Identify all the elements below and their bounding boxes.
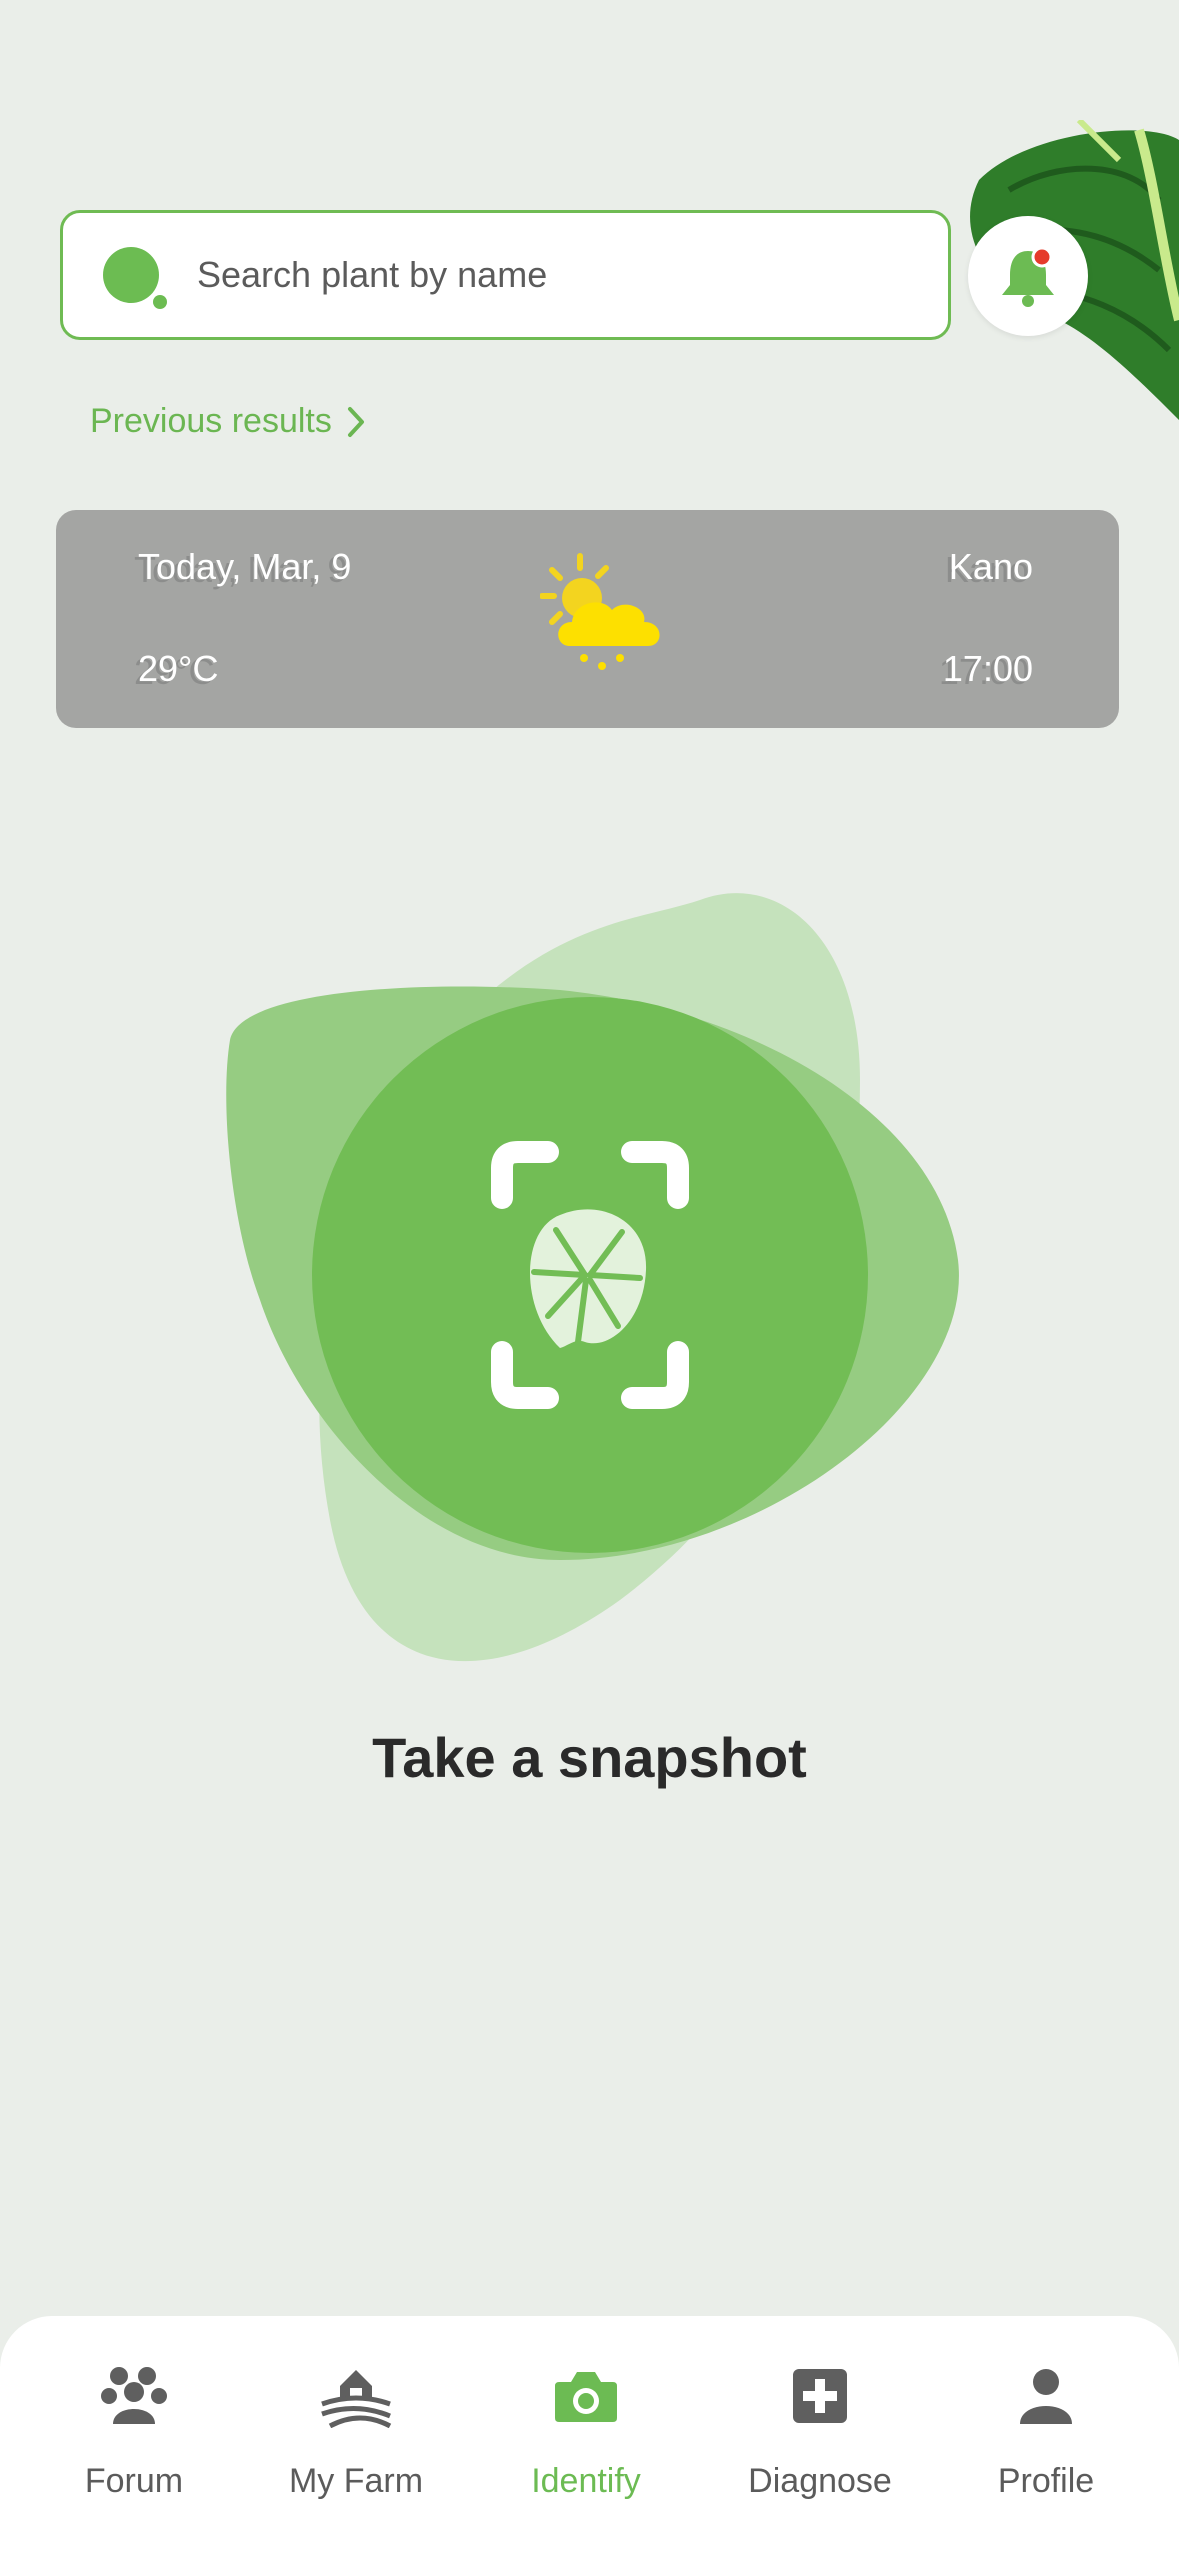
partly-sunny-rain-icon <box>540 553 660 670</box>
nav-item-diagnose[interactable]: Diagnose <box>720 2316 920 2556</box>
nav-label-my-farm: My Farm <box>288 2462 424 2500</box>
nav-item-identify[interactable]: Identify <box>486 2316 686 2556</box>
nav-label-forum: Forum <box>84 2462 184 2500</box>
profile-icon <box>1020 2369 1072 2424</box>
notifications-button[interactable] <box>968 216 1088 336</box>
nav-label-diagnose: Diagnose <box>748 2462 892 2500</box>
notification-dot <box>1031 246 1053 268</box>
nav-label-profile: Profile <box>997 2462 1095 2500</box>
forum-icon <box>101 2367 167 2424</box>
snapshot-title: Take a snapshot <box>372 1726 807 1789</box>
weather-location: Kano <box>948 546 1033 587</box>
search-bar[interactable] <box>60 210 951 340</box>
previous-results-label: Previous results <box>90 402 332 440</box>
nav-item-forum[interactable]: Forum <box>34 2316 234 2556</box>
weather-card: Today, Mar, 9 29°C Kano 17:00 <box>56 510 1119 728</box>
chevron-right-icon <box>347 406 364 437</box>
weather-temperature: 29°C <box>138 648 219 689</box>
search-input[interactable] <box>195 253 899 297</box>
bottom-nav: Forum My Farm Identify Diagnose Profile <box>0 2316 1179 2556</box>
weather-date: Today, Mar, 9 <box>138 546 352 587</box>
camera-icon <box>555 2372 617 2422</box>
farm-icon <box>321 2370 392 2428</box>
nav-label-identify: Identify <box>531 2462 641 2500</box>
bell-icon <box>1002 246 1054 307</box>
nav-item-profile[interactable]: Profile <box>946 2316 1146 2556</box>
diagnose-icon <box>793 2369 847 2423</box>
search-icon <box>103 247 167 309</box>
weather-time: 17:00 <box>942 648 1033 689</box>
nav-item-my-farm[interactable]: My Farm <box>256 2316 456 2556</box>
previous-results-link[interactable]: Previous results <box>90 402 366 441</box>
snapshot-button[interactable] <box>0 880 1179 1680</box>
